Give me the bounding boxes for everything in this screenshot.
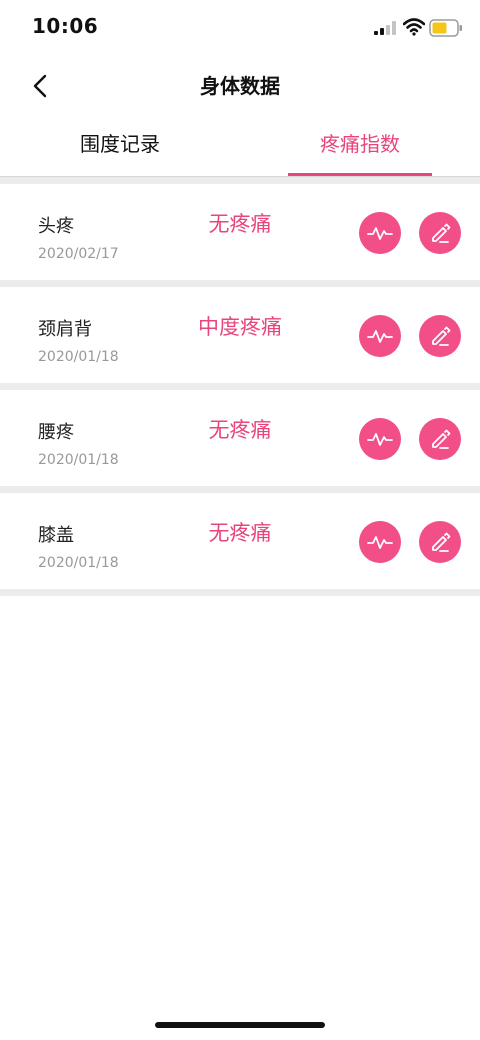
wifi-icon: [403, 18, 425, 36]
status-bar: 10:06: [0, 0, 480, 56]
edit-record-button[interactable]: [419, 212, 461, 254]
pain-level: 无疼痛: [208, 418, 272, 442]
pain-level: 无疼痛: [208, 521, 272, 545]
pulse-chart-icon: [367, 330, 393, 343]
edit-record-button[interactable]: [419, 521, 461, 563]
pain-level: 中度疼痛: [198, 315, 282, 339]
view-chart-button[interactable]: [359, 315, 401, 357]
active-tab-indicator: [288, 173, 432, 176]
record-name: 颈肩背: [38, 319, 92, 340]
view-chart-button[interactable]: [359, 521, 401, 563]
list-item: 腰疼 2020/01/18 无疼痛: [0, 390, 480, 486]
record-date: 2020/02/17: [38, 246, 119, 262]
edit-record-button[interactable]: [419, 315, 461, 357]
pain-level: 无疼痛: [208, 212, 272, 236]
list-item: 头疼 2020/02/17 无疼痛: [0, 184, 480, 280]
nav-bar: 身体数据: [0, 56, 480, 116]
status-time: 10:06: [32, 14, 99, 38]
pencil-icon: [432, 429, 451, 449]
pain-record-list: 头疼 2020/02/17 无疼痛 颈肩背 2020/01/18 中度疼痛 腰疼…: [0, 177, 480, 596]
pulse-chart-icon: [367, 536, 393, 549]
home-indicator: [155, 1022, 325, 1028]
list-separator: [0, 383, 480, 390]
pencil-icon: [432, 326, 451, 346]
record-name: 膝盖: [38, 525, 74, 546]
record-date: 2020/01/18: [38, 349, 119, 365]
list-item: 颈肩背 2020/01/18 中度疼痛: [0, 287, 480, 383]
record-date: 2020/01/18: [38, 452, 119, 468]
tab-bar: 围度记录 疼痛指数: [0, 118, 480, 177]
list-separator: [0, 589, 480, 596]
record-name: 腰疼: [38, 422, 74, 443]
edit-record-button[interactable]: [419, 418, 461, 460]
record-date: 2020/01/18: [38, 555, 119, 571]
tab-pain-index[interactable]: 疼痛指数: [240, 118, 480, 175]
list-separator: [0, 280, 480, 287]
view-chart-button[interactable]: [359, 418, 401, 460]
list-item: 膝盖 2020/01/18 无疼痛: [0, 493, 480, 589]
pencil-icon: [432, 532, 451, 552]
pulse-chart-icon: [367, 227, 393, 240]
pulse-chart-icon: [367, 433, 393, 446]
list-separator: [0, 486, 480, 493]
page-title: 身体数据: [200, 74, 280, 98]
view-chart-button[interactable]: [359, 212, 401, 254]
tab-circumference-records[interactable]: 围度记录: [0, 118, 240, 175]
pencil-icon: [432, 223, 451, 243]
record-name: 头疼: [38, 216, 74, 237]
cellular-signal-icon: [374, 21, 396, 35]
battery-icon: [429, 19, 462, 37]
list-separator: [0, 177, 480, 184]
